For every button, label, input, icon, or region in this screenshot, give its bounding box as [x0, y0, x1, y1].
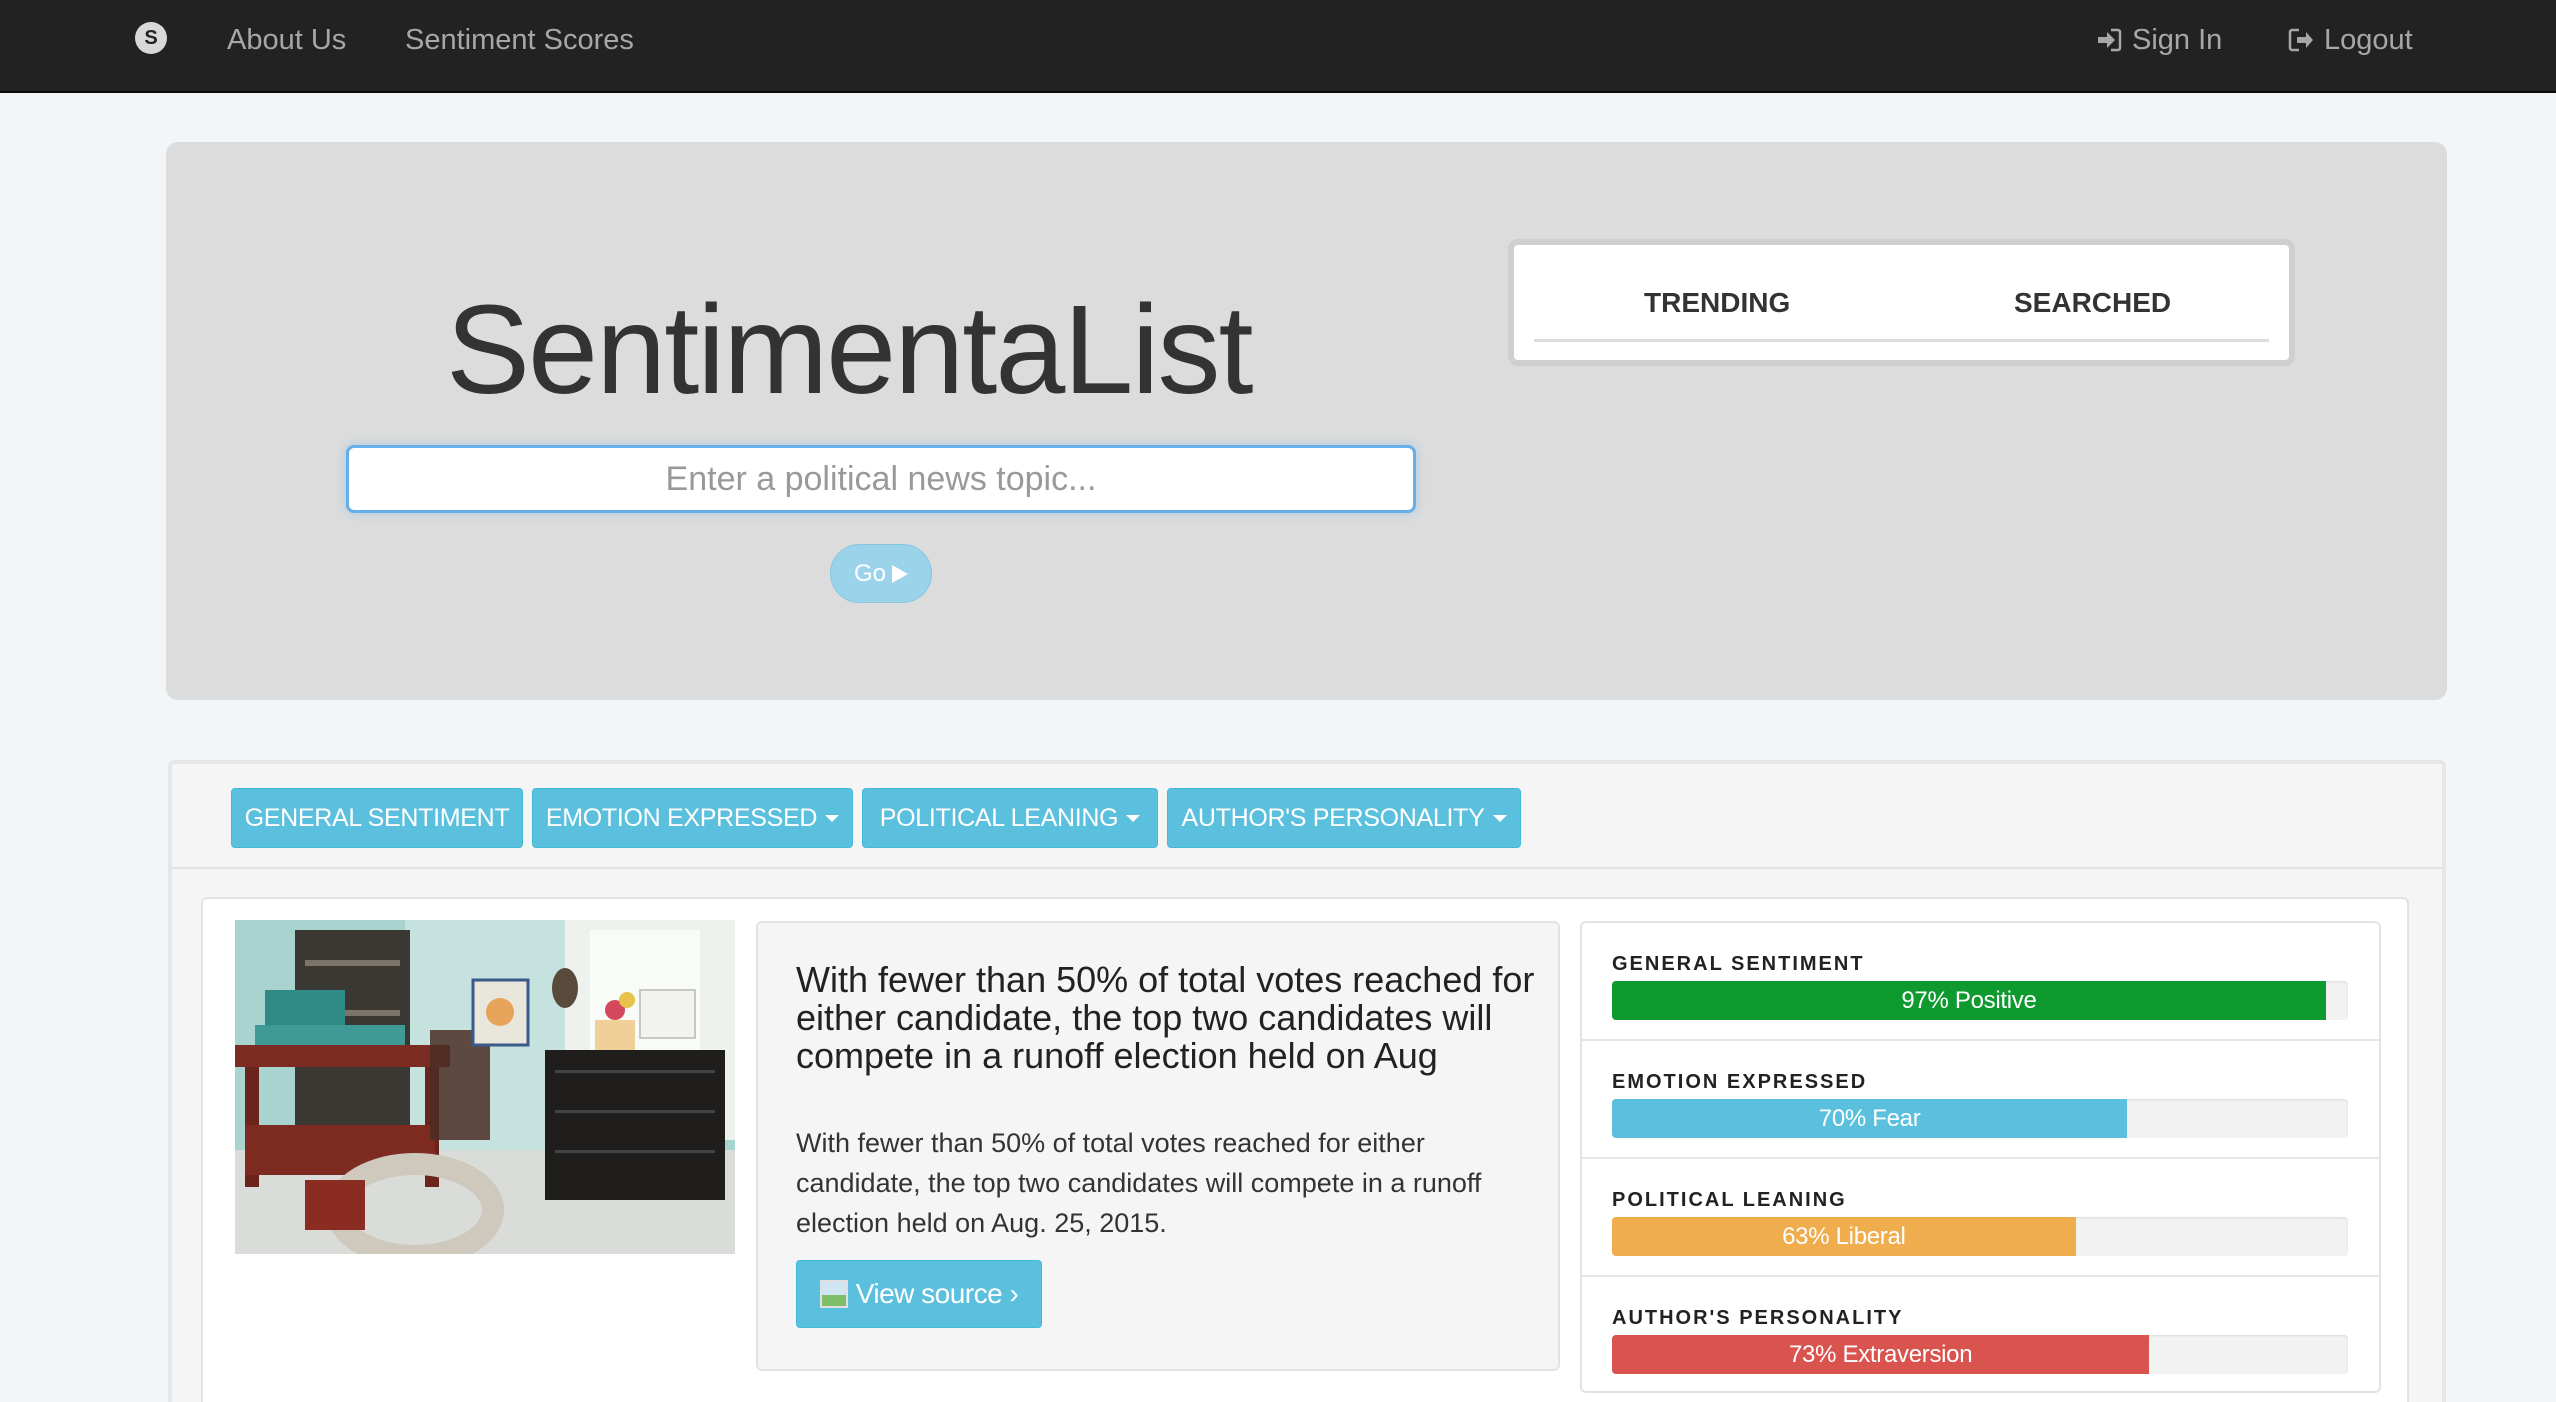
caret-down-icon	[1492, 814, 1507, 822]
sentiment-metrics: GENERAL SENTIMENT 97% Positive EMOTION E…	[1580, 921, 2381, 1393]
tab-searched[interactable]: SEARCHED	[2014, 287, 2171, 319]
brand-logo-icon[interactable]: S	[135, 22, 167, 54]
metric-political-leaning: POLITICAL LEANING 63% Liberal	[1582, 1159, 2379, 1277]
trending-searched-panel: TRENDING SEARCHED	[1508, 239, 2295, 366]
nav-link-sentiment-scores[interactable]: Sentiment Scores	[405, 24, 634, 57]
sign-in-link[interactable]: Sign In	[2096, 24, 2222, 57]
hero-jumbotron: SentimentaList Go TRENDING SEARCHED	[166, 142, 2447, 700]
progress-bar: 70% Fear	[1612, 1099, 2128, 1138]
sign-in-icon	[2098, 28, 2122, 52]
caret-down-icon	[825, 814, 840, 822]
logout-icon	[2288, 28, 2313, 52]
top-navbar: S About Us Sentiment Scores Sign In Logo…	[0, 0, 2556, 93]
metric-authors-personality: AUTHOR'S PERSONALITY 73% Extraversion	[1582, 1277, 2379, 1395]
tab-trending[interactable]: TRENDING	[1644, 287, 1790, 319]
filter-bar-divider	[172, 867, 2442, 869]
sign-in-label: Sign In	[2132, 24, 2223, 56]
tab-underline	[1534, 339, 2269, 342]
go-label: Go	[853, 559, 886, 587]
nav-link-about-us[interactable]: About Us	[227, 24, 346, 57]
filter-label: GENERAL SENTIMENT	[244, 803, 510, 832]
filter-label: AUTHOR'S PERSONALITY	[1181, 803, 1485, 832]
caret-down-icon	[1126, 814, 1141, 822]
progress-bar: 63% Liberal	[1612, 1217, 2076, 1256]
progress-track: 63% Liberal	[1612, 1217, 2348, 1256]
filter-emotion-expressed-button[interactable]: EMOTION EXPRESSED	[532, 788, 853, 848]
logout-link[interactable]: Logout	[2288, 24, 2413, 57]
metric-label: AUTHOR'S PERSONALITY	[1612, 1307, 1904, 1329]
article-photo	[235, 920, 735, 1254]
topic-search-input[interactable]	[346, 445, 1416, 513]
metric-label: POLITICAL LEANING	[1612, 1189, 1847, 1211]
metric-label: EMOTION EXPRESSED	[1612, 1071, 1868, 1093]
progress-track: 70% Fear	[1612, 1099, 2348, 1138]
view-source-label: View source ›	[855, 1278, 1019, 1309]
article-title[interactable]: With fewer than 50% of total votes reach…	[796, 961, 1536, 1075]
filter-political-leaning-button[interactable]: POLITICAL LEANING	[862, 788, 1158, 848]
filter-general-sentiment-button[interactable]: GENERAL SENTIMENT	[231, 788, 523, 848]
play-arrow-icon	[892, 564, 908, 583]
article-card: With fewer than 50% of total votes reach…	[201, 897, 2409, 1402]
article-thumbnail	[235, 920, 735, 1254]
article-body: With fewer than 50% of total votes reach…	[796, 1128, 1482, 1238]
progress-bar: 73% Extraversion	[1612, 1335, 2150, 1374]
metric-general-sentiment: GENERAL SENTIMENT 97% Positive	[1582, 923, 2379, 1041]
logout-label: Logout	[2324, 24, 2413, 56]
filter-label: EMOTION EXPRESSED	[545, 803, 818, 832]
filter-label: POLITICAL LEANING	[879, 803, 1119, 832]
article-summary: With fewer than 50% of total votes reach…	[756, 921, 1560, 1371]
site-title: SentimentaList	[446, 279, 1253, 420]
progress-track: 73% Extraversion	[1612, 1335, 2348, 1374]
metric-label: GENERAL SENTIMENT	[1612, 953, 1865, 975]
metric-emotion-expressed: EMOTION EXPRESSED 70% Fear	[1582, 1041, 2379, 1159]
logo-letter: S	[144, 26, 158, 49]
view-source-button[interactable]: View source ›	[796, 1260, 1042, 1328]
progress-track: 97% Positive	[1612, 981, 2348, 1020]
image-icon	[819, 1280, 848, 1308]
go-button[interactable]: Go	[830, 544, 932, 603]
progress-bar: 97% Positive	[1612, 981, 2326, 1020]
filter-authors-personality-button[interactable]: AUTHOR'S PERSONALITY	[1167, 788, 1521, 848]
